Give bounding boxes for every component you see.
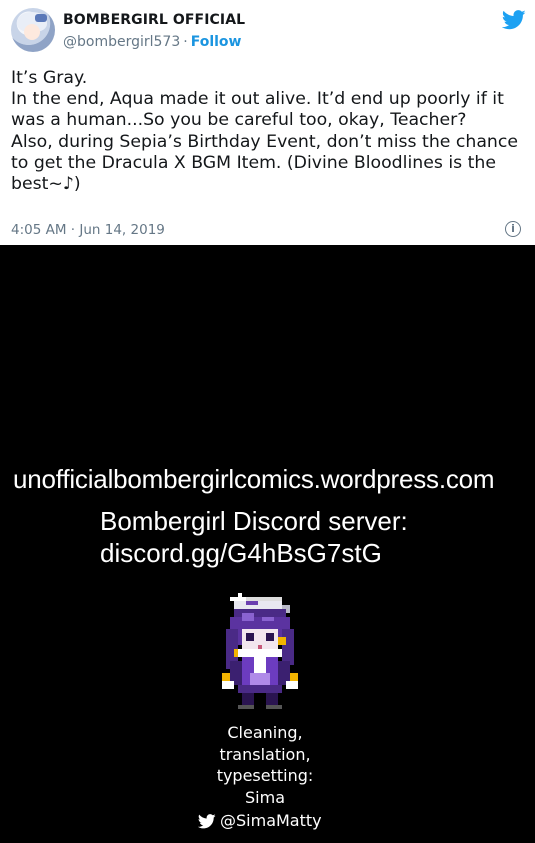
tweet-line: Also, during Sepia’s Birthday Event, don… xyxy=(11,131,519,152)
tweet-line: It’s Gray. xyxy=(11,68,88,88)
staff-line: Cleaning, xyxy=(227,723,303,742)
staff-line: translation, xyxy=(219,744,311,764)
staff-handle-text: @SimaMatty xyxy=(220,811,322,830)
follow-link[interactable]: Follow xyxy=(191,34,242,50)
tweet-text: It’s Gray. In the end, Aqua made it out … xyxy=(11,68,526,195)
tweet-card: BOMBERGIRL OFFICIAL @bombergirl573 · Follo… xyxy=(0,0,535,245)
site-url: unofficialbombergirlcomics.wordpress.com xyxy=(13,464,495,494)
discord-info: Bombergirl Discord server: discord.gg/G4… xyxy=(100,505,408,569)
info-icon[interactable]: i xyxy=(505,221,521,237)
staff-twitter-handle: @SimaMatty xyxy=(197,811,322,830)
handle-row: @bombergirl573 · Follow xyxy=(63,34,241,50)
twitter-bird-icon[interactable] xyxy=(502,10,526,30)
avatar[interactable] xyxy=(11,8,55,52)
tweet-line: In the end, Aqua made it out alive. It’d… xyxy=(11,89,504,110)
account-handle[interactable]: @bombergirl573 xyxy=(63,34,180,50)
staff-line: Sima xyxy=(245,787,285,807)
discord-label: Bombergirl Discord server: xyxy=(100,506,408,536)
tweet-line: to get the Dracula X BGM Item. (Divine B… xyxy=(11,152,496,173)
discord-link: discord.gg/G4hBsG7stG xyxy=(100,538,382,568)
display-name[interactable]: BOMBERGIRL OFFICIAL xyxy=(63,12,245,28)
separator: · xyxy=(183,34,188,50)
tweet-line: best~♪) xyxy=(11,174,81,195)
tweet-timestamp[interactable]: 4:05 AM · Jun 14, 2019 xyxy=(11,222,165,238)
twitter-bird-icon xyxy=(197,814,216,829)
pixel-character-sprite xyxy=(222,593,298,709)
staff-credits: Cleaning, translation, typesetting: Sima xyxy=(190,722,340,808)
staff-line: typesetting: xyxy=(216,766,314,785)
tweet-line: was a human...So you be careful too, oka… xyxy=(11,110,467,131)
